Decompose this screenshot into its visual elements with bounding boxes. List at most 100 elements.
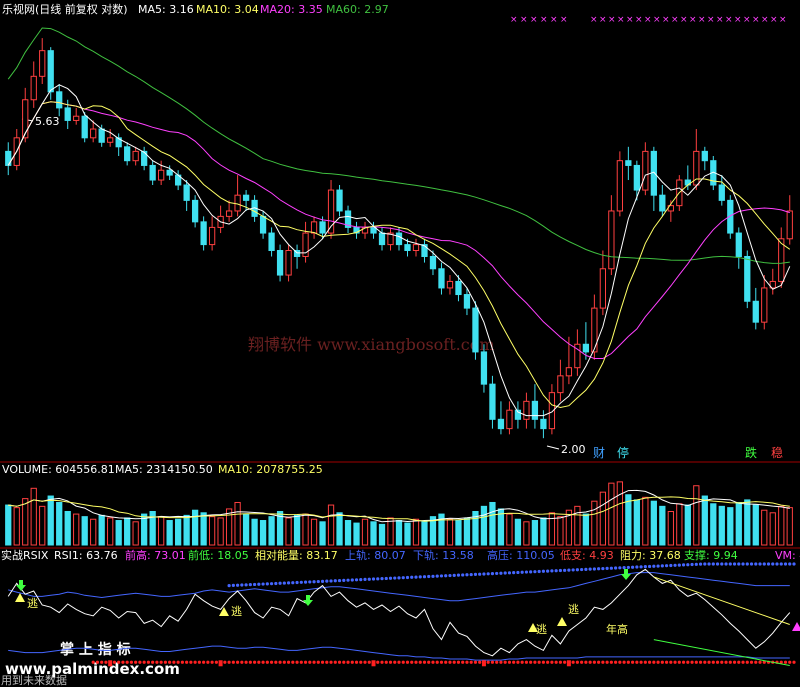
resistance-dot [405,575,410,580]
resistance-dot [571,568,575,572]
volume-bar [310,518,318,546]
volume-ma5-label: MA5: 2314150.50 [115,463,213,476]
resistance-dot [278,581,282,585]
support-dot [741,660,745,664]
signal-b: 停 [617,445,629,460]
resistance-dot [715,562,720,566]
support-dot [112,660,117,664]
support-dot [91,660,95,664]
volume-bar [302,513,309,546]
resistance-dot [486,572,490,576]
resistance-dot [563,568,567,572]
price-title: 乐视网(日线 前复权 对数) [2,2,128,16]
support-dot [269,660,274,664]
resistance-dot [660,564,664,568]
resistance-dot [609,566,613,570]
support-dot [563,660,567,664]
support-dot [618,660,622,664]
support-dot [401,660,405,664]
resistance-dot [597,567,601,571]
support-dot [439,660,444,664]
resistance-dot [677,563,681,567]
cross-marker: × [590,15,598,25]
support-dot [278,660,282,664]
support-dot [431,660,435,664]
support-dot [376,660,380,664]
volume-bar [548,512,556,546]
volume-bar [557,516,564,546]
candle-body [225,210,233,217]
resistance-dot [350,578,354,582]
volume-bar [158,516,165,546]
resistance-dot [745,562,749,566]
prev-low-label: 前低: 18.05 [188,548,249,562]
support-dot [329,660,333,664]
resistance-dot [639,565,643,569]
resistance-dot [783,562,788,566]
volume-bar [591,500,598,546]
resistance-dot [643,565,647,569]
support-dot [524,660,529,664]
candle-body [497,418,505,430]
cross-marker: × [743,15,751,25]
candle-body [718,184,725,201]
resistance-dot [580,567,584,572]
volume-bar [22,498,29,546]
resistance-dot [410,575,414,579]
volume-bar [81,516,88,546]
support-dot [410,660,414,664]
volume-bar [684,504,691,546]
support-dot [223,660,227,664]
ma60-label: MA60: 2.97 [326,3,389,16]
volume-bar [506,513,513,546]
support-dot [533,660,537,664]
candle-body [480,351,488,385]
resistance-dot [656,564,660,568]
support-dot [418,660,422,664]
resistance-dot [546,569,550,573]
resistance-dot [503,571,507,575]
candle-body [64,107,71,121]
resistance-dot [448,573,452,578]
volume-bar [107,517,114,546]
footer-text: 用到未来数据 [1,673,67,687]
support-dot [728,660,732,664]
candle-body [200,221,207,246]
volume-bar [455,520,462,546]
resistance-dot [431,574,435,578]
volume-bar [200,512,207,546]
resistance-dot [231,583,235,588]
resistance-dot [652,564,656,568]
volume-bar [183,514,190,546]
support-dot [465,660,469,664]
volume-bar [47,495,54,546]
support-dot [282,660,286,664]
support-dot [652,660,656,664]
resistance-dot [363,577,367,582]
volume-bar [166,520,173,546]
volume-bar [761,509,768,546]
resistance-dot [558,568,562,573]
resistance-dot [626,565,630,570]
resistance-dot [758,562,762,566]
support-dot [312,660,316,664]
resistance-dot [478,572,482,576]
candle-body [608,210,615,270]
support-dot [792,660,796,664]
volume-bar [90,518,97,546]
volume-bar [259,520,267,546]
volume-bar [5,504,12,546]
cross-marker: × [608,15,616,25]
support-dot [121,660,125,664]
resistance-dot [618,566,622,570]
candle-body [599,268,607,309]
support-dot [529,660,533,664]
volume-bar [39,505,46,546]
candle-body [285,249,292,276]
resistance-dot [227,584,231,588]
resistance-dot [325,579,329,583]
cross-marker: × [662,15,670,25]
support-dot [469,660,473,664]
resistance-dot [741,562,745,566]
resistance-dot [754,562,758,566]
